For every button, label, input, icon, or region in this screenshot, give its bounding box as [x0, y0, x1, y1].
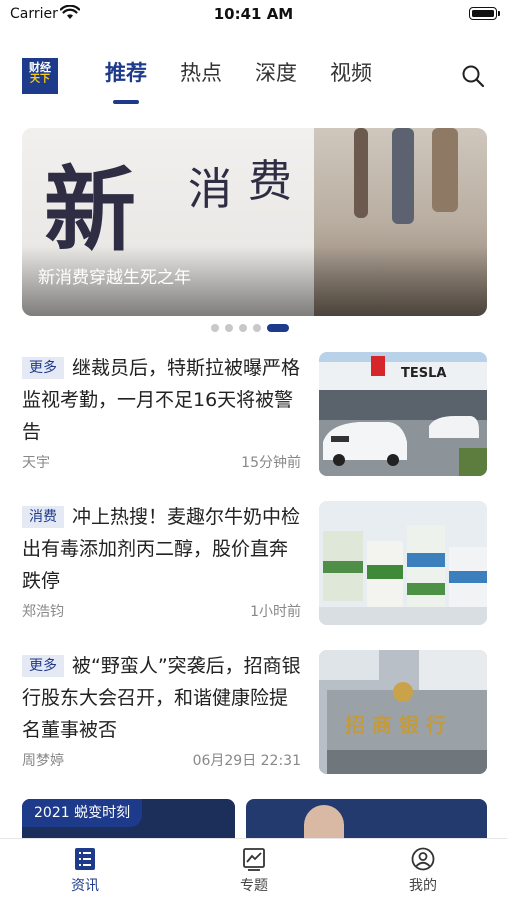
bank-building-illustration: 招 商 银 行: [319, 650, 487, 774]
bottom-tab-news[interactable]: 资讯: [45, 847, 125, 895]
feature-card[interactable]: [246, 799, 487, 839]
bottom-tab-topics[interactable]: 专题: [214, 847, 294, 895]
tab-depth[interactable]: 深度: [255, 58, 297, 94]
milk-boxes-illustration: [319, 501, 487, 625]
news-item[interactable]: 消费 冲上热搜！麦趣尔牛奶中检出有毒添加剂丙二醇，股价直奔跌停 郑浩钧 1小时前: [22, 501, 487, 625]
carousel-dot[interactable]: [253, 324, 261, 332]
news-item[interactable]: 更多 继裁员后，特斯拉被曝严格监视考勤，一月不足16天将被警告 天宇 15分钟前 …: [22, 352, 487, 476]
news-time: 06月29日 22:31: [192, 753, 301, 769]
news-author: 郑浩钧: [22, 604, 64, 620]
battery-icon: [469, 7, 500, 20]
search-icon[interactable]: [461, 64, 485, 88]
banner-carousel[interactable]: 新 消 费 新消费穿越生死之年: [22, 128, 487, 316]
status-bar: Carrier 10:41 AM: [0, 0, 507, 30]
news-tag[interactable]: 更多: [22, 357, 64, 379]
news-title: 更多 继裁员后，特斯拉被曝严格监视考勤，一月不足16天将被警告: [22, 352, 306, 448]
carousel-dot[interactable]: [211, 324, 219, 332]
building-sign-text: 招 商 银 行: [345, 713, 446, 737]
tab-recommended[interactable]: 推荐: [105, 58, 147, 104]
bottom-tab-profile[interactable]: 我的: [383, 847, 463, 895]
news-tag[interactable]: 消费: [22, 506, 64, 528]
news-time: 1小时前: [250, 604, 301, 620]
photo-figure: [432, 128, 458, 212]
tesla-store-illustration: TESLA: [319, 352, 487, 476]
banner-image-char: 费: [248, 156, 292, 207]
app-logo[interactable]: 财经 天下: [22, 58, 58, 94]
news-author: 周梦婷: [22, 753, 64, 769]
news-item[interactable]: 更多 被“野蛮人”突袭后，招商银行股东大会召开，和谐健康险提名董事被否 周梦婷 0…: [22, 650, 487, 774]
banner-image-char: 消: [188, 164, 232, 215]
banner-image-char: 新: [44, 156, 136, 264]
bottom-tab-label: 专题: [240, 878, 268, 894]
feature-card-portrait: [304, 805, 344, 839]
top-header: 财经 天下 推荐 热点 深度 视频: [0, 44, 507, 114]
news-author: 天宇: [22, 455, 50, 471]
logo-line2: 天下: [30, 74, 50, 85]
news-time: 15分钟前: [241, 455, 301, 471]
feature-card[interactable]: 2021 蜕变时刻: [22, 799, 235, 839]
news-list-icon: [75, 848, 95, 870]
tab-video[interactable]: 视频: [330, 58, 372, 94]
news-title: 更多 被“野蛮人”突袭后，招商银行股东大会召开，和谐健康险提名董事被否: [22, 650, 306, 746]
carousel-indicator: [211, 324, 295, 332]
photo-figure: [354, 128, 368, 218]
logo-line1: 财经: [29, 61, 51, 74]
tab-hot[interactable]: 热点: [180, 58, 222, 94]
store-sign-text: TESLA: [401, 366, 446, 381]
bottom-tab-label: 我的: [409, 878, 437, 894]
bottom-tab-label: 资讯: [71, 878, 99, 894]
news-title: 消费 冲上热搜！麦趣尔牛奶中检出有毒添加剂丙二醇，股价直奔跌停: [22, 501, 306, 597]
news-thumbnail: 招 商 银 行: [319, 650, 487, 774]
clock: 10:41 AM: [213, 5, 294, 23]
news-thumbnail: [319, 501, 487, 625]
category-tabs: 推荐 热点 深度 视频: [105, 58, 405, 104]
news-tag[interactable]: 更多: [22, 655, 64, 677]
user-icon: [411, 847, 435, 871]
bottom-tab-bar: 资讯 专题 我的: [0, 838, 507, 900]
banner-caption: 新消费穿越生死之年: [38, 268, 191, 288]
feature-card-label: 2021 蜕变时刻: [22, 799, 143, 827]
carousel-dot-active[interactable]: [267, 324, 289, 332]
news-thumbnail: TESLA: [319, 352, 487, 476]
carousel-dot[interactable]: [239, 324, 247, 332]
carousel-dot[interactable]: [225, 324, 233, 332]
photo-figure: [392, 128, 414, 224]
chart-board-icon: [243, 848, 265, 871]
